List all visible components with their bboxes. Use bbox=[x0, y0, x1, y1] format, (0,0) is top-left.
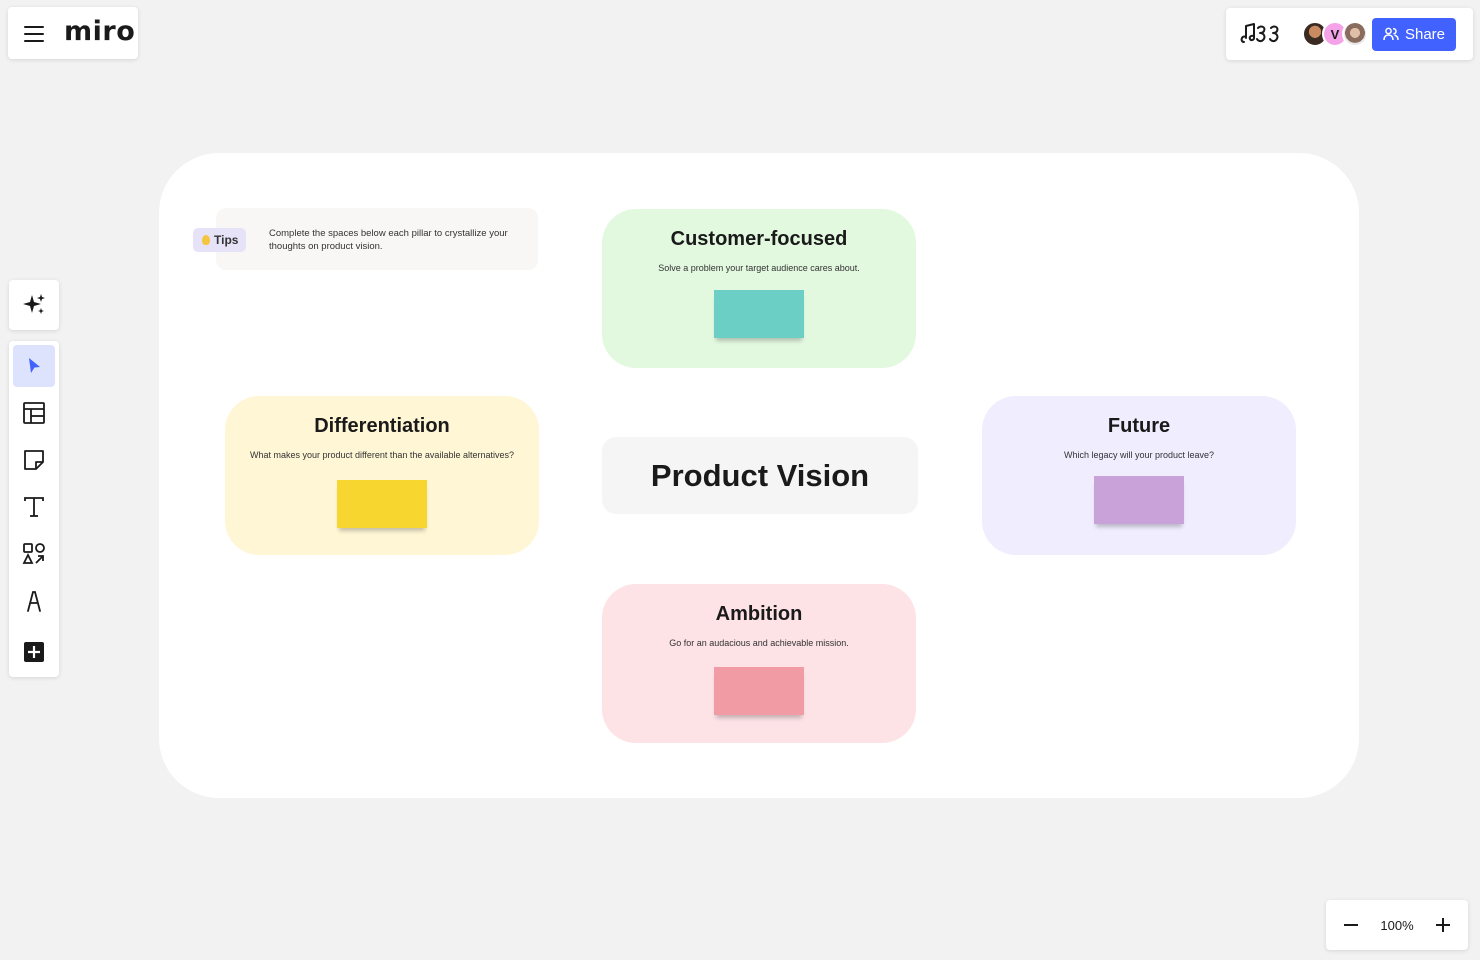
ai-assist-panel bbox=[9, 280, 59, 330]
card-title: Differentiation bbox=[314, 415, 450, 437]
card-subtitle: Solve a problem your target audience car… bbox=[658, 263, 860, 273]
hamburger-menu-icon[interactable] bbox=[24, 25, 44, 42]
customer-focused-card[interactable]: Customer-focused Solve a problem your ta… bbox=[602, 209, 916, 368]
templates-icon bbox=[23, 402, 45, 424]
tips-badge[interactable]: Tips bbox=[193, 228, 247, 252]
share-label: Share bbox=[1404, 25, 1446, 43]
pen-icon bbox=[27, 591, 41, 612]
miro-logo[interactable]: miro bbox=[64, 18, 135, 49]
zoom-in-button[interactable] bbox=[1432, 914, 1454, 936]
card-subtitle: Go for an audacious and achievable missi… bbox=[669, 638, 849, 648]
sticky-note[interactable] bbox=[1094, 476, 1184, 524]
sticky-note[interactable] bbox=[337, 480, 427, 528]
minus-icon bbox=[1344, 924, 1358, 926]
creation-toolbar bbox=[9, 341, 59, 677]
sparkle-icon[interactable] bbox=[22, 293, 46, 317]
future-card[interactable]: Future Which legacy will your product le… bbox=[982, 396, 1296, 555]
collaboration-panel: V Share bbox=[1226, 8, 1473, 60]
sticky-note[interactable] bbox=[714, 290, 804, 338]
text-icon bbox=[24, 497, 44, 517]
text-tool[interactable] bbox=[13, 486, 55, 528]
select-tool[interactable] bbox=[13, 345, 55, 387]
shapes-icon bbox=[22, 543, 45, 564]
zoom-out-button[interactable] bbox=[1340, 914, 1362, 936]
more-tools-button[interactable] bbox=[13, 631, 55, 673]
plus-box-icon bbox=[24, 642, 44, 662]
main-menu-panel: miro bbox=[8, 7, 138, 59]
cursor-icon bbox=[29, 358, 40, 373]
card-title: Future bbox=[1107, 415, 1171, 437]
ambition-card[interactable]: Ambition Go for an audacious and achieva… bbox=[602, 584, 916, 743]
avatar[interactable] bbox=[1342, 21, 1368, 47]
zoom-level[interactable]: 100% bbox=[1380, 918, 1413, 933]
differentiation-card[interactable]: Differentiation What makes your product … bbox=[225, 396, 539, 555]
product-vision-title[interactable]: Product Vision bbox=[602, 437, 918, 514]
tips-badge-label: Tips bbox=[214, 233, 239, 247]
reactions-icon[interactable] bbox=[1238, 20, 1286, 48]
plus-icon bbox=[1436, 918, 1450, 932]
card-subtitle: Which legacy will your product leave? bbox=[1063, 450, 1215, 460]
collaborator-avatars[interactable]: V bbox=[1302, 21, 1368, 47]
lightbulb-icon bbox=[202, 235, 210, 245]
pen-tool[interactable] bbox=[13, 580, 55, 622]
sticky-note-icon bbox=[24, 450, 44, 470]
card-title: Customer-focused bbox=[670, 228, 848, 250]
card-subtitle: What makes your product different than t… bbox=[250, 450, 514, 460]
zoom-controls: 100% bbox=[1326, 900, 1468, 950]
templates-tool[interactable] bbox=[13, 392, 55, 434]
shapes-tool[interactable] bbox=[13, 533, 55, 575]
card-title: Ambition bbox=[715, 603, 803, 625]
sticky-note[interactable] bbox=[714, 667, 804, 715]
sticky-note-tool[interactable] bbox=[13, 439, 55, 481]
share-button[interactable]: Share bbox=[1372, 17, 1456, 51]
tips-text[interactable]: Complete the spaces below each pillar to… bbox=[269, 227, 519, 253]
users-icon bbox=[1383, 27, 1399, 41]
